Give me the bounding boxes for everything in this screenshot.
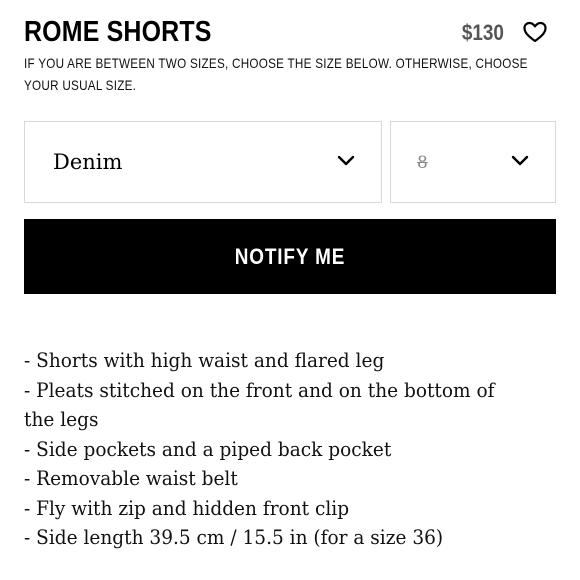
product-title: ROME SHORTS [24, 16, 212, 48]
size-guidance-note: IF YOU ARE BETWEEN TWO SIZES, CHOOSE THE… [24, 56, 528, 93]
description-item: - Removable waist belt [24, 467, 238, 490]
notify-me-button[interactable]: NOTIFY ME [24, 219, 556, 294]
description-item: - Fly with zip and hidden front clip [24, 496, 350, 520]
product-price: $130 [461, 20, 504, 45]
product-description-list: - Shorts with high waist and flared leg … [24, 346, 564, 553]
description-item: - Side length 39.5 cm / 15.5 in (for a s… [24, 526, 444, 549]
chevron-down-icon [511, 155, 529, 166]
color-select[interactable]: Denim [24, 121, 382, 203]
description-item: - Side pockets and a piped back pocket [24, 437, 392, 461]
notify-me-label: NOTIFY ME [234, 244, 346, 269]
heart-icon[interactable] [522, 20, 548, 44]
chevron-down-icon [337, 155, 355, 166]
product-header: ROME SHORTS $130 [24, 14, 556, 50]
color-select-value: Denim [53, 150, 123, 174]
description-item: - Pleats stitched on the front and on th… [24, 378, 495, 432]
size-select[interactable]: 8 [390, 121, 556, 203]
description-item: - Shorts with high waist and flared leg [24, 349, 385, 372]
size-select-value: 8 [417, 153, 428, 173]
